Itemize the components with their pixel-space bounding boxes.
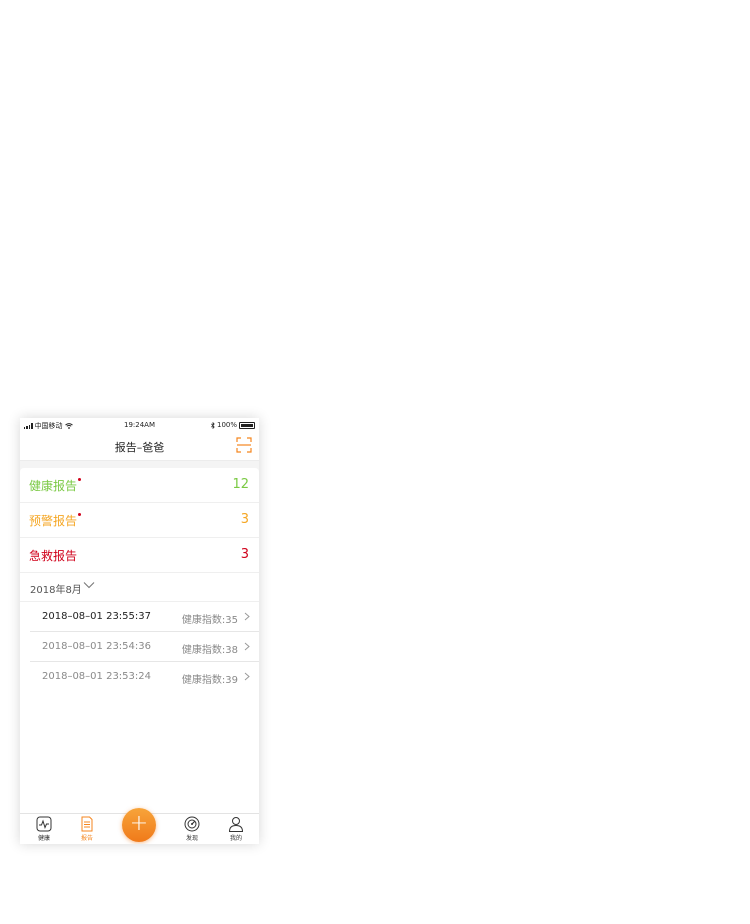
- status-right: 100%: [211, 421, 255, 429]
- tab-report-label: 报告: [80, 835, 93, 842]
- battery-icon: [239, 421, 255, 429]
- record-list: 2018–08–01 23:55:37 健康指数:35 2018–08–01 2…: [20, 602, 259, 692]
- tab-mine[interactable]: 我的: [221, 816, 251, 842]
- empty-area: [20, 690, 259, 814]
- warning-report-label: 预警报告: [29, 512, 82, 529]
- tab-report[interactable]: 报告: [72, 816, 102, 842]
- heart-monitor-icon: [36, 816, 52, 832]
- page-title: 报告–爸爸: [114, 441, 165, 454]
- unread-dot: [78, 513, 82, 516]
- report-document-icon: [81, 816, 93, 832]
- status-bar: 中国移动 19:24AM 100%: [20, 418, 259, 432]
- battery-percent: 100%: [216, 421, 237, 429]
- month-selector[interactable]: 2018年8月: [20, 573, 259, 602]
- record-datetime: 2018–08–01 23:55:37: [42, 611, 151, 622]
- phone-screen: 中国移动 19:24AM 100% 报告–爸爸 健康报告 12 预警报告 3 急…: [20, 418, 259, 844]
- record-score: 健康指数:38: [181, 645, 238, 656]
- health-report-count: 12: [232, 477, 249, 492]
- bluetooth-icon: [211, 421, 215, 429]
- nav-bar: 报告–爸爸: [20, 432, 259, 461]
- record-item[interactable]: 2018–08–01 23:53:24 健康指数:39: [30, 662, 259, 692]
- record-score: 健康指数:35: [181, 615, 238, 626]
- tab-bar: 健康 报告 + 发现 我的: [20, 808, 259, 844]
- record-score: 健康指数:39: [181, 675, 238, 686]
- tab-discover[interactable]: 发现: [177, 816, 207, 842]
- plus-icon: +: [129, 811, 149, 836]
- emergency-report-label: 急救报告: [29, 549, 78, 563]
- reports-card: 健康报告 12 预警报告 3 急救报告 3 2018年8月 2018–08–01…: [20, 468, 259, 692]
- health-report-row[interactable]: 健康报告 12: [20, 468, 259, 503]
- user-icon: [228, 817, 244, 832]
- unread-dot: [78, 478, 82, 481]
- chevron-right-icon: [244, 672, 250, 681]
- record-datetime: 2018–08–01 23:53:24: [42, 671, 151, 682]
- chevron-down-icon: [83, 582, 95, 589]
- month-label: 2018年8月: [30, 585, 82, 596]
- tab-discover-label: 发现: [185, 835, 198, 842]
- warning-report-count: 3: [240, 512, 249, 527]
- scan-icon[interactable]: [236, 437, 252, 453]
- record-datetime: 2018–08–01 23:54:36: [42, 641, 151, 652]
- warning-report-row[interactable]: 预警报告 3: [20, 503, 259, 538]
- emergency-report-row[interactable]: 急救报告 3: [20, 538, 259, 573]
- record-item[interactable]: 2018–08–01 23:54:36 健康指数:38: [30, 632, 259, 662]
- tab-health[interactable]: 健康: [29, 816, 59, 842]
- emergency-report-count: 3: [240, 547, 249, 562]
- chevron-right-icon: [244, 612, 250, 621]
- tab-mine-label: 我的: [229, 835, 242, 842]
- tab-health-label: 健康: [37, 835, 50, 842]
- compass-icon: [184, 816, 200, 832]
- add-button[interactable]: +: [122, 808, 156, 842]
- chevron-right-icon: [244, 642, 250, 651]
- record-item[interactable]: 2018–08–01 23:55:37 健康指数:35: [30, 602, 259, 632]
- health-report-label: 健康报告: [29, 477, 82, 494]
